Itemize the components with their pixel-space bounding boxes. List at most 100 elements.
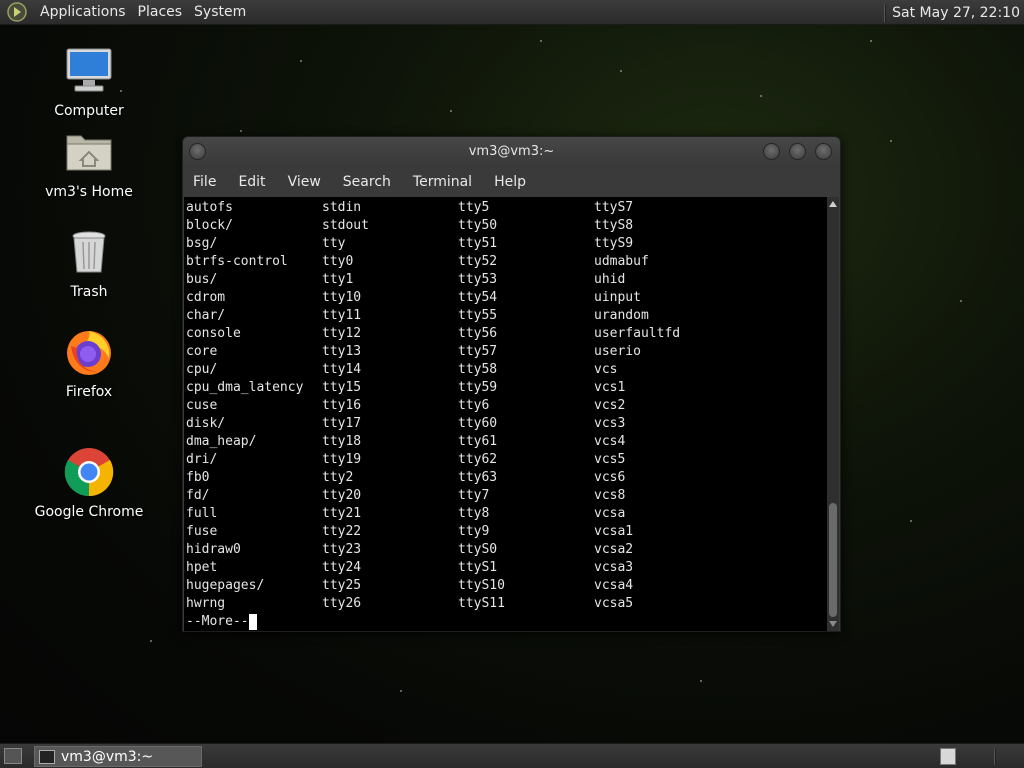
desktop-icon-label: Firefox [65, 384, 113, 400]
terminal-entry: ttyS8 [594, 218, 634, 233]
terminal-entry: tty9 [458, 524, 490, 539]
terminal-entry: btrfs-control [186, 254, 288, 269]
terminal-line: hwrng tty26 ttyS11 vcsa5 [186, 595, 828, 613]
show-desktop-button[interactable] [4, 748, 22, 764]
terminal-menubar: File Edit View Search Terminal Help [183, 167, 840, 197]
terminal-line: cuse tty16 tty6 vcs2 [186, 397, 828, 415]
terminal-entry: ttyS9 [594, 236, 634, 251]
terminal-line: hpet tty24 ttyS1 vcsa3 [186, 559, 828, 577]
workspace-switcher[interactable] [940, 748, 956, 765]
terminal-entry: tty24 [322, 560, 362, 575]
terminal-line: block/stdout tty50 ttyS8 [186, 217, 828, 235]
terminal-entry: core [186, 344, 218, 359]
terminal-entry: tty20 [322, 488, 362, 503]
menu-applications[interactable]: Applications [34, 4, 132, 20]
terminal-entry: tty62 [458, 452, 498, 467]
panel-separator [994, 748, 996, 765]
terminal-entry: tty50 [458, 218, 498, 233]
applications-menu-icon[interactable] [6, 1, 28, 23]
terminal-entry: tty60 [458, 416, 498, 431]
terminal-entry: block/ [186, 218, 233, 233]
terminal-entry: tty18 [322, 434, 362, 449]
menu-view[interactable]: View [277, 174, 332, 190]
terminal-line: dri/tty19 tty62 vcs5 [186, 451, 828, 469]
taskbar-item-terminal[interactable]: vm3@vm3:~ [34, 746, 202, 767]
terminal-icon [39, 749, 55, 764]
terminal-window[interactable]: vm3@vm3:~ File Edit View Search Terminal… [182, 136, 841, 632]
desktop-icon-chrome[interactable]: Google Chrome [34, 446, 144, 520]
menu-system[interactable]: System [188, 4, 252, 20]
terminal-line: cpu/tty14 tty58 vcs [186, 361, 828, 379]
terminal-entry: disk/ [186, 416, 226, 431]
terminal-entry: vcsa2 [594, 542, 634, 557]
terminal-entry: vcsa1 [594, 524, 634, 539]
terminal-entry: tty2 [322, 470, 354, 485]
terminal-entry: vcs8 [594, 488, 626, 503]
terminal-line: hugepages/tty25 ttyS10 vcsa4 [186, 577, 828, 595]
computer-icon [66, 48, 112, 92]
terminal-entry: userio [594, 344, 641, 359]
terminal-entry: tty8 [458, 506, 490, 521]
scroll-up-arrow-icon[interactable] [829, 201, 837, 207]
menu-search[interactable]: Search [332, 174, 402, 190]
terminal-entry: vcs1 [594, 380, 626, 395]
terminal-line: core tty13 tty57 userio [186, 343, 828, 361]
desktop-icon-firefox[interactable]: Firefox [34, 326, 144, 400]
terminal-entry: hugepages/ [186, 578, 265, 593]
trash-icon [72, 231, 106, 273]
terminal-entry: ttyS1 [458, 560, 498, 575]
terminal-line: bsg/tty tty51 ttyS9 [186, 235, 828, 253]
window-titlebar[interactable]: vm3@vm3:~ [183, 137, 840, 167]
menu-terminal[interactable]: Terminal [402, 174, 483, 190]
maximize-button[interactable] [789, 143, 806, 160]
terminal-entry: tty58 [458, 362, 498, 377]
terminal-entry: full [186, 506, 218, 521]
terminal-entry: vcs2 [594, 398, 626, 413]
terminal-entry: vcsa4 [594, 578, 634, 593]
terminal-line: cdrom tty10 tty54 uinput [186, 289, 828, 307]
terminal-entry: cpu/ [186, 362, 218, 377]
terminal-entry: ttyS10 [458, 578, 505, 593]
desktop-icon-computer[interactable]: Computer [34, 45, 144, 119]
scrollbar-thumb[interactable] [829, 503, 837, 617]
clock[interactable]: Sat May 27, 22:10 [892, 5, 1024, 21]
terminal-line: full tty21 tty8 vcsa [186, 505, 828, 523]
terminal-line: char/tty11 tty55 urandom [186, 307, 828, 325]
desktop-icon-home[interactable]: vm3's Home [34, 126, 144, 200]
terminal-entry: tty52 [458, 254, 498, 269]
terminal-entry: tty22 [322, 524, 362, 539]
terminal-line: disk/tty17 tty60 vcs3 [186, 415, 828, 433]
scroll-down-arrow-icon[interactable] [829, 621, 837, 627]
menu-file[interactable]: File [183, 174, 227, 190]
terminal-line: fb0 tty2 tty63 vcs6 [186, 469, 828, 487]
terminal-entry: tty0 [322, 254, 354, 269]
terminal-entry: vcsa [594, 506, 626, 521]
menu-help[interactable]: Help [483, 174, 537, 190]
terminal-output[interactable]: autofs stdin tty5 ttyS7 block/stdout tty50 tty… [184, 197, 828, 631]
desktop-icon-trash[interactable]: Trash [34, 226, 144, 300]
menu-places[interactable]: Places [132, 4, 189, 20]
taskbar-item-label: vm3@vm3:~ [61, 748, 154, 765]
clock-area: Sat May 27, 22:10 [884, 0, 1024, 25]
menu-edit[interactable]: Edit [227, 174, 276, 190]
terminal-entry: tty56 [458, 326, 498, 341]
close-button[interactable] [815, 143, 832, 160]
firefox-icon [67, 331, 111, 375]
terminal-entry: cuse [186, 398, 218, 413]
terminal-entry: ttyS7 [594, 200, 634, 215]
terminal-scrollbar[interactable] [827, 197, 839, 631]
minimize-button[interactable] [763, 143, 780, 160]
terminal-entry: stdout [322, 218, 369, 233]
terminal-entry: dma_heap/ [186, 434, 257, 449]
terminal-entry: tty57 [458, 344, 498, 359]
terminal-entry: tty [322, 236, 346, 251]
terminal-entry: uhid [594, 272, 626, 287]
terminal-entry: tty53 [458, 272, 498, 287]
terminal-entry: tty6 [458, 398, 490, 413]
text-cursor [248, 614, 257, 630]
terminal-entry: tty10 [322, 290, 362, 305]
terminal-entry: cdrom [186, 290, 226, 305]
terminal-entry: tty63 [458, 470, 498, 485]
terminal-entry: urandom [594, 308, 649, 323]
terminal-entry: tty1 [322, 272, 354, 287]
